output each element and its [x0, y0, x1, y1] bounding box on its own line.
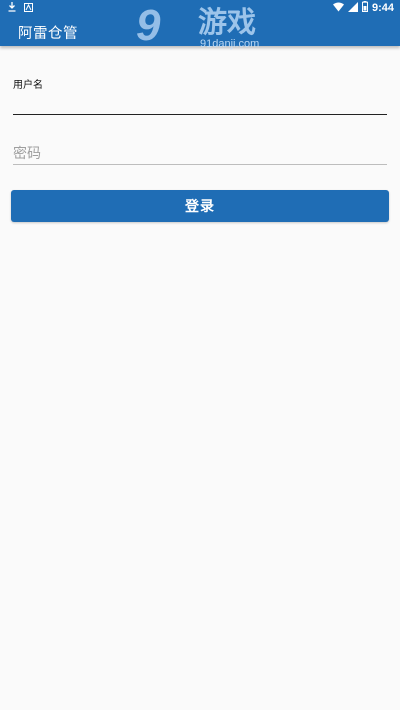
login-button[interactable]: 登录 — [11, 190, 389, 222]
download-icon — [8, 2, 16, 15]
wifi-icon — [332, 2, 344, 15]
status-left-icons — [8, 2, 33, 15]
watermark-url: 91danji.com — [200, 38, 260, 50]
password-input[interactable] — [13, 146, 387, 162]
username-label: 用户名 — [13, 80, 43, 91]
password-field[interactable]: 密码 — [13, 142, 387, 165]
watermark-brand-text: 游戏 — [198, 5, 257, 39]
status-time: 9:44 — [371, 2, 394, 14]
app-bar: 9:44 9 游戏 91danji.com 阿雷仓管 — [0, 0, 400, 50]
watermark-logo: 9 游戏 91danji.com — [136, 4, 266, 52]
watermark-logo-mark: 9 — [136, 1, 161, 50]
username-input[interactable] — [13, 96, 387, 112]
username-field[interactable]: 用户名 — [13, 76, 387, 115]
page-title: 阿雷仓管 — [18, 26, 78, 42]
cell-signal-icon — [347, 1, 358, 15]
battery-icon — [361, 1, 368, 15]
status-right-icons: 9:44 — [332, 1, 394, 15]
app-notification-icon — [24, 2, 33, 15]
